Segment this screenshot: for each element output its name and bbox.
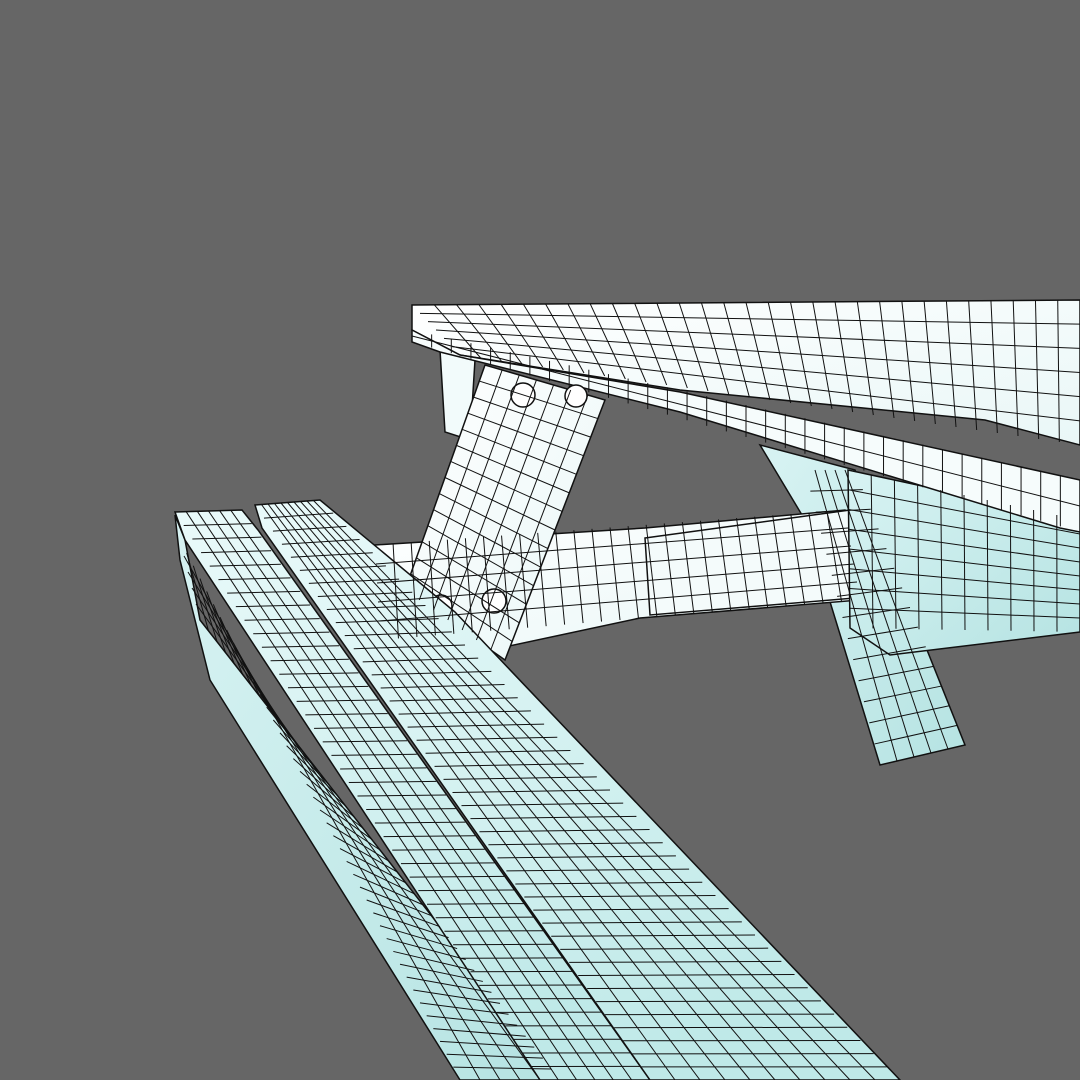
wire-edge (444, 930, 544, 932)
wire-edge (605, 1013, 835, 1016)
wire-edge (596, 1000, 821, 1003)
wire-edge (418, 889, 515, 892)
viewport-3d[interactable] (0, 0, 1080, 1080)
wire-edge (435, 916, 534, 919)
wire-edge (427, 903, 524, 905)
picnic-table-model (173, 299, 1080, 1080)
